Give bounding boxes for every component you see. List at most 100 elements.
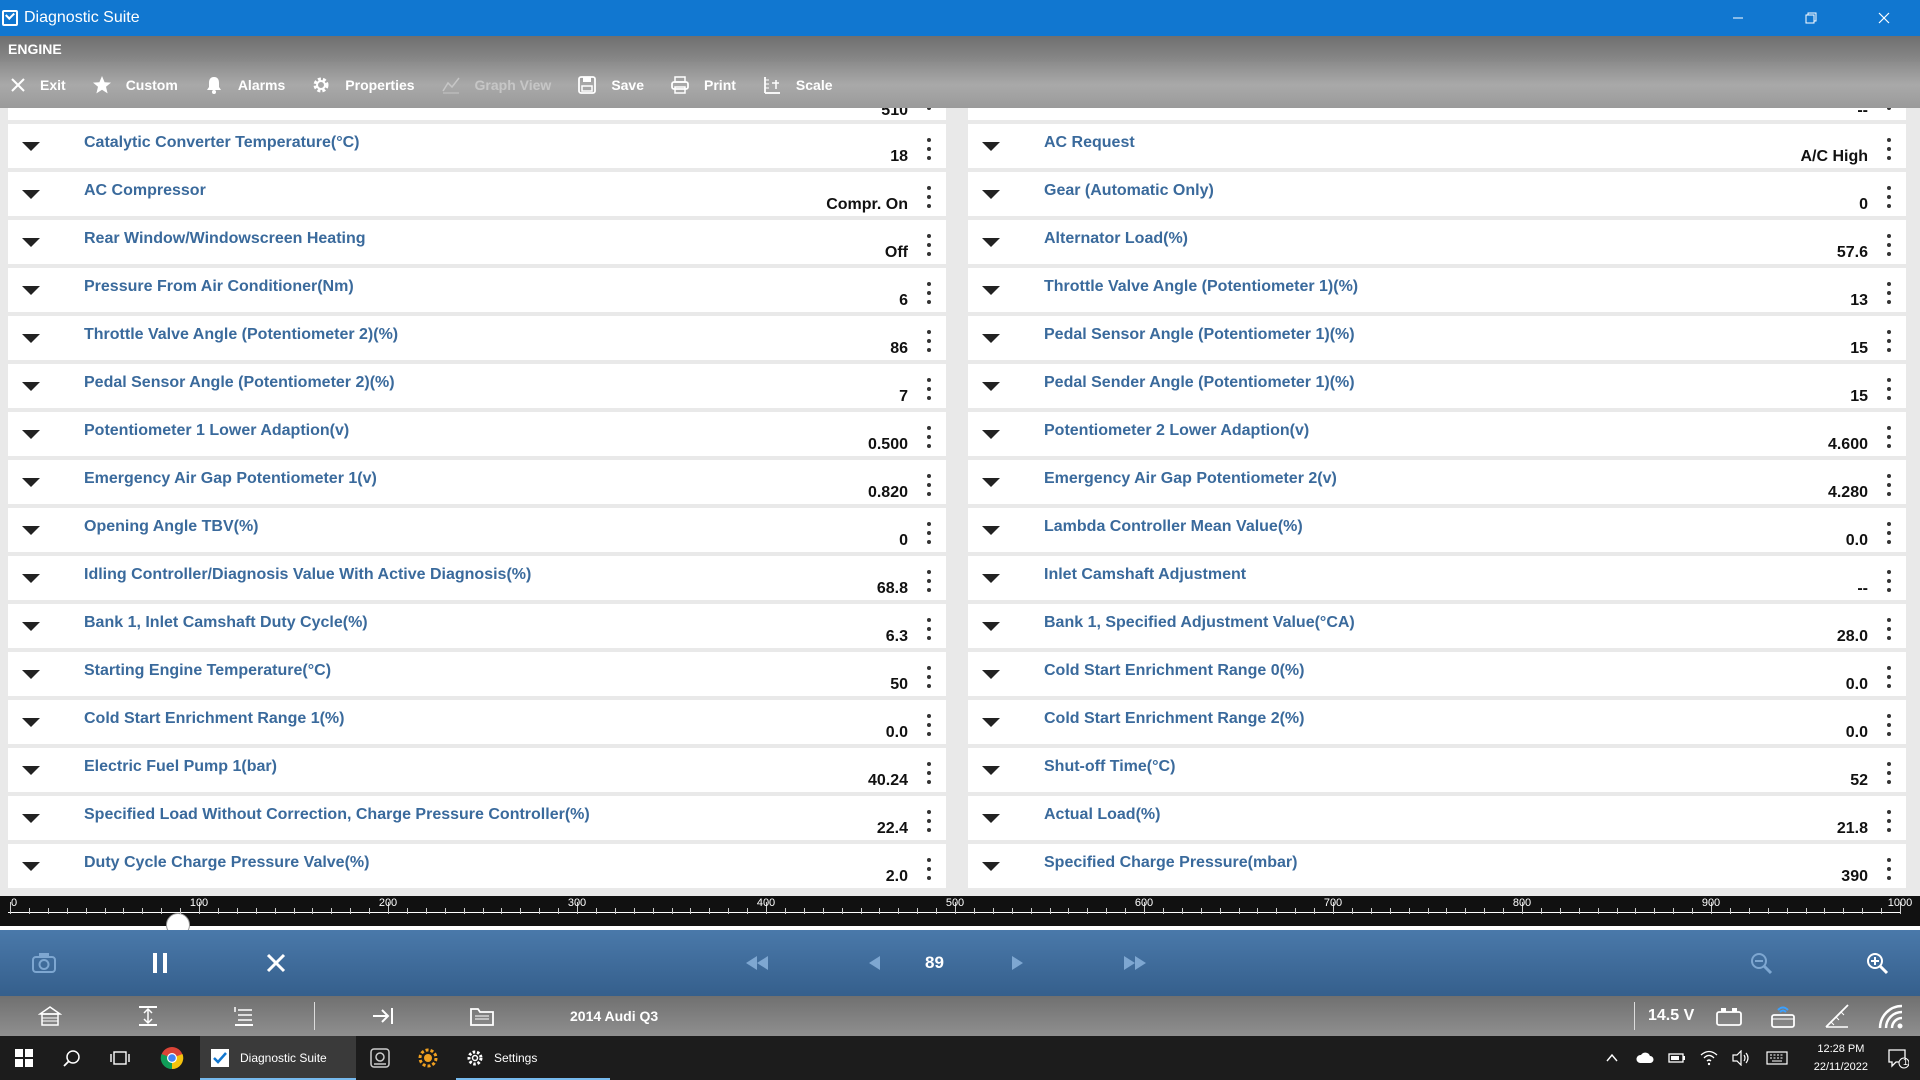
more-options-icon[interactable] <box>1886 666 1892 688</box>
more-options-icon[interactable] <box>926 522 932 544</box>
expand-arrow-icon[interactable] <box>22 766 40 775</box>
expand-arrow-icon[interactable] <box>982 238 1000 247</box>
vci-button[interactable] <box>1714 996 1744 1036</box>
parameter-row[interactable]: Actual Load(%) 21.8 <box>968 796 1906 844</box>
expand-arrow-icon[interactable] <box>22 622 40 631</box>
parameter-row[interactable]: Lambda Controller Mean Value(%) 0.0 <box>968 508 1906 556</box>
expand-arrow-icon[interactable] <box>982 622 1000 631</box>
more-options-icon[interactable] <box>1886 762 1892 784</box>
expand-arrow-icon[interactable] <box>982 334 1000 343</box>
parameter-row[interactable]: Specified Charge Pressure(mbar) 390 <box>968 844 1906 892</box>
more-options-icon[interactable] <box>926 426 932 448</box>
expand-arrow-icon[interactable] <box>22 862 40 871</box>
expand-arrow-icon[interactable] <box>982 382 1000 391</box>
partial-row[interactable]: -- <box>968 108 1906 124</box>
zoom-out-button[interactable] <box>1746 930 1776 996</box>
parameter-row[interactable]: Alternator Load(%) 57.6 <box>968 220 1906 268</box>
expand-arrow-icon[interactable] <box>22 718 40 727</box>
more-options-icon[interactable] <box>1886 474 1892 496</box>
parameter-row[interactable]: Electric Fuel Pump 1(bar) 40.24 <box>8 748 946 796</box>
previous-frame-button[interactable] <box>862 930 886 996</box>
close-window-button[interactable] <box>1847 0 1920 36</box>
more-options-icon[interactable] <box>926 762 932 784</box>
more-options-icon[interactable] <box>926 138 932 160</box>
expand-arrow-icon[interactable] <box>982 286 1000 295</box>
partial-row[interactable]: 510 <box>8 108 946 124</box>
import-button[interactable] <box>370 996 398 1036</box>
expand-arrow-icon[interactable] <box>982 718 1000 727</box>
parameter-row[interactable]: Catalytic Converter Temperature(°C) 18 <box>8 124 946 172</box>
measurement-button[interactable] <box>1822 996 1852 1036</box>
scanner-taskbar-button[interactable] <box>356 1036 404 1080</box>
expand-arrow-icon[interactable] <box>982 142 1000 151</box>
notification-center-button[interactable]: 1 <box>1876 1036 1920 1080</box>
more-options-icon[interactable] <box>1886 618 1892 640</box>
more-options-icon[interactable] <box>1886 330 1892 352</box>
expand-arrow-icon[interactable] <box>982 670 1000 679</box>
folder-button[interactable] <box>468 996 496 1036</box>
collapse-button[interactable] <box>230 996 258 1036</box>
more-options-icon[interactable] <box>926 570 932 592</box>
print-button[interactable]: Print <box>670 75 736 95</box>
more-options-icon[interactable] <box>926 282 932 304</box>
expand-arrow-icon[interactable] <box>982 430 1000 439</box>
more-options-icon[interactable] <box>1886 234 1892 256</box>
parameter-row[interactable]: Starting Engine Temperature(°C) 50 <box>8 652 946 700</box>
parameter-row[interactable]: Throttle Valve Angle (Potentiometer 1)(%… <box>968 268 1906 316</box>
volume-tray-icon[interactable] <box>1728 1036 1754 1080</box>
parameter-row[interactable]: Shut-off Time(°C) 52 <box>968 748 1906 796</box>
more-options-icon[interactable] <box>926 618 932 640</box>
expand-arrow-icon[interactable] <box>22 430 40 439</box>
expand-arrow-icon[interactable] <box>22 190 40 199</box>
expand-arrow-icon[interactable] <box>982 862 1000 871</box>
pause-button[interactable] <box>138 930 182 996</box>
more-options-icon[interactable] <box>1886 282 1892 304</box>
expand-arrow-icon[interactable] <box>22 286 40 295</box>
expand-arrow-icon[interactable] <box>982 766 1000 775</box>
parameter-row[interactable]: Inlet Camshaft Adjustment -- <box>968 556 1906 604</box>
more-options-icon[interactable] <box>1886 186 1892 208</box>
more-options-icon[interactable] <box>1886 378 1892 400</box>
more-options-icon[interactable] <box>1886 426 1892 448</box>
sun-app-taskbar-button[interactable] <box>404 1036 452 1080</box>
more-options-icon[interactable] <box>1886 714 1892 736</box>
wifi-status[interactable] <box>1876 996 1908 1036</box>
more-options-icon[interactable] <box>926 666 932 688</box>
more-options-icon[interactable] <box>926 858 932 880</box>
parameter-row[interactable]: AC Compressor Compr. On <box>8 172 946 220</box>
diagnostic-suite-taskbar-button[interactable]: Diagnostic Suite <box>200 1036 356 1080</box>
more-options-icon[interactable] <box>926 810 932 832</box>
network-tray-icon[interactable] <box>1696 1036 1722 1080</box>
expand-arrow-icon[interactable] <box>22 670 40 679</box>
restore-button[interactable] <box>1774 0 1847 36</box>
parameter-row[interactable]: Idling Controller/Diagnosis Value With A… <box>8 556 946 604</box>
parameter-row[interactable]: Emergency Air Gap Potentiometer 1(v) 0.82… <box>8 460 946 508</box>
more-options-icon[interactable] <box>1886 810 1892 832</box>
expand-arrow-icon[interactable] <box>22 334 40 343</box>
chrome-taskbar-button[interactable] <box>148 1036 196 1080</box>
search-button[interactable] <box>48 1036 96 1080</box>
parameter-row[interactable]: Duty Cycle Charge Pressure Valve(%) 2.0 <box>8 844 946 892</box>
expand-arrow-icon[interactable] <box>982 814 1000 823</box>
onedrive-tray-icon[interactable] <box>1632 1036 1658 1080</box>
connection-status[interactable] <box>1768 996 1798 1036</box>
parameter-row[interactable]: Pressure From Air Conditioner(Nm) 6 <box>8 268 946 316</box>
expand-arrow-icon[interactable] <box>982 574 1000 583</box>
snapshot-button[interactable] <box>22 930 66 996</box>
custom-button[interactable]: Custom <box>92 75 178 95</box>
expand-arrow-icon[interactable] <box>22 574 40 583</box>
more-options-icon[interactable] <box>926 378 932 400</box>
parameter-row[interactable]: Opening Angle TBV(%) 0 <box>8 508 946 556</box>
parameter-row[interactable]: Cold Start Enrichment Range 0(%) 0.0 <box>968 652 1906 700</box>
parameter-row[interactable]: Gear (Automatic Only) 0 <box>968 172 1906 220</box>
last-frame-button[interactable] <box>1118 930 1152 996</box>
more-options-icon[interactable] <box>926 186 932 208</box>
expand-button[interactable] <box>134 996 162 1036</box>
battery-tray-icon[interactable] <box>1664 1036 1690 1080</box>
graph-view-button[interactable]: Graph View <box>441 75 551 95</box>
scale-button[interactable]: Scale <box>762 75 833 95</box>
expand-arrow-icon[interactable] <box>22 382 40 391</box>
parameter-row[interactable]: Specified Load Without Correction, Charg… <box>8 796 946 844</box>
more-options-icon[interactable] <box>926 108 932 112</box>
more-options-icon[interactable] <box>1886 522 1892 544</box>
